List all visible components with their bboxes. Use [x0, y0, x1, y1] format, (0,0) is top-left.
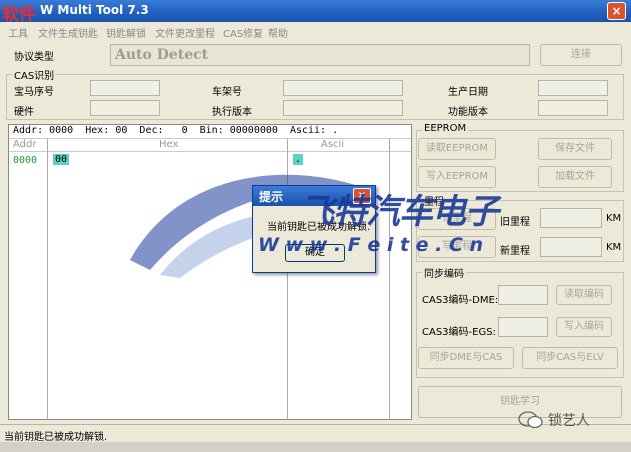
- eeprom-group-title: EEPROM: [422, 123, 469, 134]
- bmw-serial-field[interactable]: [90, 80, 160, 96]
- read-eeprom-button[interactable]: 读取EEPROM: [418, 138, 496, 160]
- menu-file-mileage[interactable]: 文件更改里程: [155, 25, 215, 40]
- exec-version-label: 执行版本: [212, 107, 252, 118]
- load-file-button[interactable]: 加载文件: [538, 166, 612, 188]
- sync-group-title: 同步编码: [422, 265, 466, 280]
- write-code-button[interactable]: 写入编码: [556, 317, 612, 337]
- dme-code-label: CAS3编码-DME:: [422, 295, 499, 306]
- menu-help[interactable]: 帮助: [268, 25, 288, 40]
- sync-cas-elv-button[interactable]: 同步CAS与ELV: [522, 347, 618, 369]
- menu-file-gen-key[interactable]: 文件生成钥匙: [38, 25, 98, 40]
- main-window: W Multi Tool 7.3 软件 × 工具 文件生成钥匙 钥匙解锁 文件更…: [0, 0, 631, 452]
- hex-divider-3: [389, 139, 390, 419]
- watermark-brand: 飞特汽车电子: [300, 192, 499, 232]
- wechat-icon: [518, 411, 543, 429]
- egs-code-field[interactable]: [498, 317, 548, 337]
- connect-button[interactable]: 连接: [540, 44, 622, 66]
- dme-code-field[interactable]: [498, 285, 548, 305]
- title-bar: W Multi Tool 7.3 软件 ×: [0, 0, 631, 25]
- hex-col-hex: Hex: [159, 139, 179, 150]
- bmw-serial-label: 宝马序号: [14, 87, 54, 98]
- old-mileage-field[interactable]: [540, 208, 602, 228]
- protocol-select[interactable]: Auto Detect: [110, 44, 530, 66]
- window-close-button[interactable]: ×: [607, 2, 626, 20]
- chassis-label: 车架号: [212, 87, 242, 98]
- exec-version-field[interactable]: [283, 100, 403, 116]
- menu-cas-repair[interactable]: CAS修复: [223, 25, 263, 40]
- new-mileage-label: 新里程: [500, 246, 530, 257]
- production-date-label: 生产日期: [448, 87, 488, 98]
- menu-tools[interactable]: 工具: [8, 25, 28, 40]
- window-title: W Multi Tool 7.3: [40, 3, 149, 17]
- function-version-label: 功能版本: [448, 107, 488, 118]
- hex-row-byte[interactable]: 00: [53, 154, 70, 165]
- save-file-button[interactable]: 保存文件: [538, 138, 612, 160]
- hardware-field[interactable]: [90, 100, 160, 116]
- function-version-field[interactable]: [538, 100, 608, 116]
- hex-status-line: Addr: 0000 Hex: 00 Dec: 0 Bin: 00000000 …: [9, 125, 411, 139]
- watermark-wechat-name: 锁艺人: [548, 413, 590, 429]
- sync-dme-cas-button[interactable]: 同步DME与CAS: [418, 347, 514, 369]
- old-mileage-unit: KM: [606, 213, 622, 224]
- dialog-title: 提示: [259, 190, 284, 204]
- read-code-button[interactable]: 读取编码: [556, 285, 612, 305]
- hex-row-addr: 0000: [13, 155, 38, 166]
- watermark-url: W w w . F e i t e . C n: [258, 234, 484, 256]
- chassis-field[interactable]: [283, 80, 403, 96]
- footer-strip: [0, 442, 631, 452]
- hardware-label: 硬件: [14, 107, 34, 118]
- new-mileage-unit: KM: [606, 242, 622, 253]
- protocol-label: 协议类型: [14, 52, 54, 63]
- cas-group-title: CAS识别: [12, 67, 57, 82]
- menu-key-unlock[interactable]: 钥匙解锁: [106, 25, 146, 40]
- production-date-field[interactable]: [538, 80, 608, 96]
- hex-col-ascii: Ascii: [321, 139, 345, 150]
- old-mileage-label: 旧里程: [500, 217, 530, 228]
- egs-code-label: CAS3编码-EGS:: [422, 327, 496, 338]
- new-mileage-field[interactable]: [540, 237, 602, 257]
- menu-bar: 工具 文件生成钥匙 钥匙解锁 文件更改里程 CAS修复 帮助: [0, 22, 631, 40]
- hex-divider-1: [47, 139, 48, 419]
- hex-col-addr: Addr: [13, 139, 37, 150]
